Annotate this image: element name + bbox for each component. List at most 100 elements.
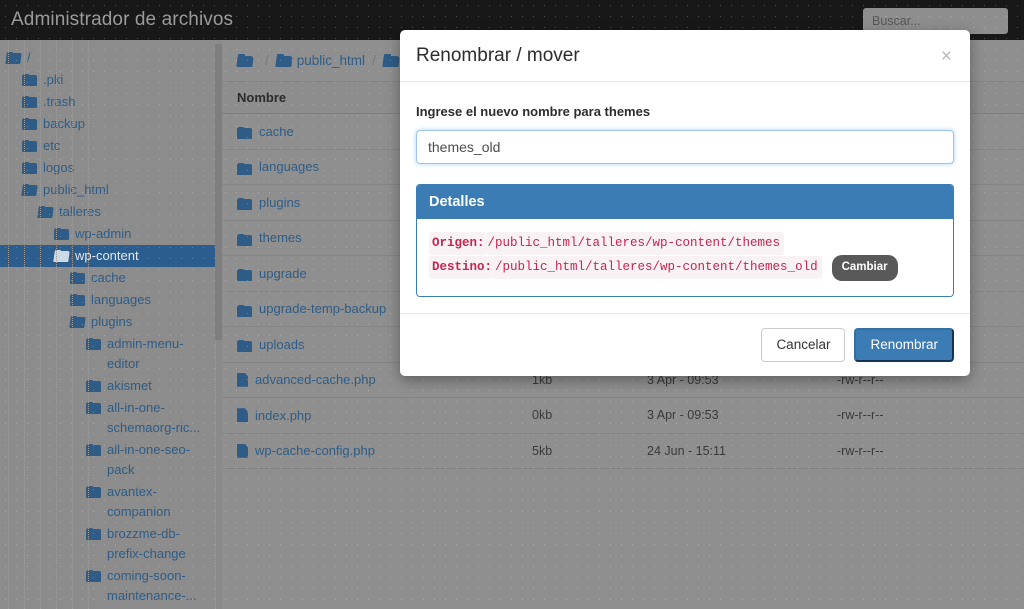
sidebar-scrollbar-thumb[interactable]	[215, 44, 222, 340]
dialog-body: Ingrese el nuevo nombre para themes Deta…	[400, 82, 970, 313]
dialog-header: Renombrar / mover ×	[400, 30, 970, 82]
tree-item-label: avantex-companion	[107, 484, 171, 519]
tree-item-languages[interactable]: languages	[0, 289, 222, 311]
file-name-cell[interactable]: wp-cache-config.php	[222, 443, 532, 458]
folder-icon	[237, 198, 252, 211]
dialog-footer: Cancelar Renombrar	[400, 312, 970, 376]
file-date: 24 Jun - 15:11	[647, 443, 726, 458]
file-row[interactable]: wp-cache-config.php 5kb 24 Jun - 15:11 -rw-…	[222, 434, 1024, 469]
file-name-label: cache	[259, 123, 294, 139]
tree-item-public-html[interactable]: public_html	[0, 179, 222, 201]
close-icon[interactable]: ×	[937, 43, 956, 70]
tree-indent-guide	[8, 40, 9, 609]
file-name-label: uploads	[259, 336, 305, 352]
tree-item-label: brozzme-db-prefix-change	[107, 526, 186, 561]
tree-item-label: languages	[91, 292, 151, 307]
folder-icon	[237, 340, 252, 353]
file-name-cell[interactable]: index.php	[222, 408, 532, 423]
folder-icon	[237, 304, 252, 317]
tree-item-label: akismet	[107, 378, 152, 393]
origin-label: Origen:	[429, 232, 486, 255]
tree-item-label: all-in-one-seo-pack	[107, 442, 191, 477]
file-icon	[237, 408, 248, 422]
tree-item-label: backup	[43, 116, 85, 131]
tree-item-coming-soon-maintenance-[interactable]: coming-soon-maintenance-...	[0, 565, 222, 607]
folder-icon	[237, 233, 252, 246]
file-size: 0kb	[532, 408, 553, 423]
tree-item-plugins[interactable]: plugins	[0, 311, 222, 333]
tree-item-label: cache	[91, 270, 126, 285]
tree-item-label: .trash	[43, 94, 76, 109]
folder-icon	[383, 54, 399, 67]
file-name-label: plugins	[259, 194, 301, 210]
destination-path: /public_html/talleres/wp-content/themes_…	[493, 256, 822, 279]
tree-item-label: public_html	[43, 182, 109, 197]
tree-item-label: etc	[43, 138, 61, 153]
file-name-label: languages	[259, 159, 319, 175]
file-row[interactable]: index.php 0kb 3 Apr - 09:53 -rw-r--r--	[222, 398, 1024, 434]
detail-line-origin: Origen: /public_html/talleres/wp-content…	[429, 232, 941, 255]
folder-icon	[237, 269, 252, 282]
tree-item-cache[interactable]: cache	[0, 267, 222, 289]
tree-item-label: /	[27, 50, 31, 65]
origin-path: /public_html/talleres/wp-content/themes	[485, 232, 785, 255]
file-name-label: index.php	[255, 407, 312, 423]
dialog-title: Renombrar / mover	[416, 44, 580, 66]
tree-item-label: logos	[43, 160, 75, 175]
rename-button[interactable]: Renombrar	[854, 327, 954, 362]
breadcrumb-item[interactable]: public_html	[276, 53, 365, 68]
file-perms: -rw-r--r--	[837, 408, 884, 423]
tree-indent-guide	[72, 40, 73, 609]
directory-tree-sidebar[interactable]: / .pki .trash backup etc logos public_htmltall…	[0, 40, 222, 609]
tree-item-talleres[interactable]: talleres	[0, 201, 222, 223]
folder-icon	[237, 162, 252, 175]
tree-item-label: talleres	[59, 204, 101, 219]
breadcrumb-label: public_html	[296, 53, 366, 68]
tree-indent-guide	[24, 40, 25, 609]
tree-item-wp-admin[interactable]: wp-admin	[0, 223, 222, 245]
file-name-label: advanced-cache.php	[255, 372, 376, 388]
tree-item-label: all-in-one-schemaorg-ric...	[107, 400, 201, 435]
breadcrumb-separator: /	[372, 53, 376, 68]
tree-item--trash[interactable]: .trash	[0, 91, 222, 113]
file-size: 5kb	[532, 443, 553, 458]
tree-item-admin-menu-editor[interactable]: admin-menu-editor	[0, 333, 222, 375]
rename-input[interactable]	[416, 130, 954, 164]
tree-item-avantex-companion[interactable]: avantex-companion	[0, 481, 222, 523]
tree-item-label: coming-soon-maintenance-...	[107, 568, 197, 603]
tree-item-label: admin-menu-editor	[107, 336, 184, 371]
tree-item-label: plugins	[91, 314, 133, 329]
tree-item--[interactable]: /	[0, 47, 222, 69]
rename-field-label: Ingrese el nuevo nombre para themes	[416, 104, 651, 119]
app-title: Administrador de archivos	[11, 9, 234, 30]
details-panel: Detalles Origen: /public_html/talleres/w…	[416, 184, 954, 297]
details-heading: Detalles	[417, 185, 953, 219]
tree-item--pki[interactable]: .pki	[0, 69, 222, 91]
tree-item-label: wp-admin	[75, 226, 132, 241]
rename-move-dialog: Renombrar / mover × Ingrese el nuevo nom…	[400, 30, 970, 376]
tree-item-all-in-one-seo-pack[interactable]: all-in-one-seo-pack	[0, 439, 222, 481]
cancel-button[interactable]: Cancelar	[761, 327, 846, 362]
tree-item-all-in-one-schemaorg-ric-[interactable]: all-in-one-schemaorg-ric...	[0, 397, 222, 439]
tree-indent-guide	[88, 40, 89, 609]
details-content: Origen: /public_html/talleres/wp-content…	[417, 219, 953, 296]
tree-item-logos[interactable]: logos	[0, 157, 222, 179]
tree-indent-guide	[40, 40, 41, 609]
folder-icon	[276, 54, 292, 67]
folder-icon	[237, 127, 252, 140]
tree-item-brozzme-db-prefix-change[interactable]: brozzme-db-prefix-change	[0, 523, 222, 565]
change-destination-button[interactable]: Cambiar	[831, 254, 898, 281]
file-name-label: upgrade	[259, 265, 307, 281]
tree-item-wp-content[interactable]: wp-content	[0, 245, 222, 267]
tree-item-label: wp-content	[75, 248, 139, 263]
file-icon	[237, 373, 248, 387]
tree-item-akismet[interactable]: akismet	[0, 375, 222, 397]
file-icon	[237, 444, 248, 458]
file-perms: -rw-r--r--	[837, 443, 884, 458]
file-name-label: upgrade-temp-backup	[259, 301, 387, 317]
tree-item-backup[interactable]: backup	[0, 113, 222, 135]
breadcrumb-item[interactable]	[237, 54, 258, 67]
file-date: 3 Apr - 09:53	[647, 408, 719, 423]
tree-item-etc[interactable]: etc	[0, 135, 222, 157]
file-name-label: wp-cache-config.php	[255, 443, 375, 459]
